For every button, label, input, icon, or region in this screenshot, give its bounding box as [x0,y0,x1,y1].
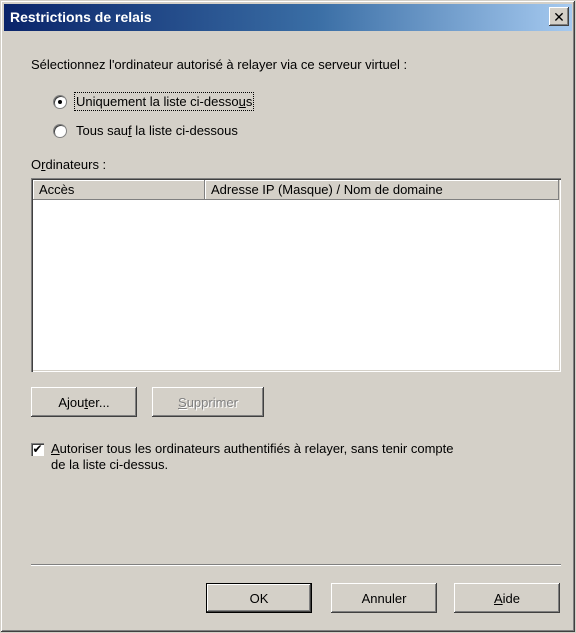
cancel-button[interactable]: Annuler [331,583,437,613]
authenticated-relay-option[interactable]: ✔ Autoriser tous les ordinateurs authent… [31,441,551,473]
radio-only-listed[interactable]: Uniquement la liste ci-dessous [53,92,255,111]
selection-prompt: Sélectionnez l'ordinateur autorisé à rel… [31,57,408,72]
radio-button-selected[interactable] [53,94,67,109]
radio-button[interactable] [53,123,67,138]
window-title: Restrictions de relais [10,9,152,25]
computers-list[interactable]: Accès Adresse IP (Masque) / Nom de domai… [31,178,561,372]
radio-label-all-except[interactable]: Tous sauf la liste ci-dessous [76,123,238,138]
list-header: Accès Adresse IP (Masque) / Nom de domai… [33,180,559,200]
add-button[interactable]: Ajou t er... [31,387,137,417]
authenticated-relay-checkbox[interactable]: ✔ [31,443,44,456]
help-button[interactable]: Aide [454,583,560,613]
separator [31,564,561,566]
relay-restrictions-dialog: Restrictions de relais ✕ Sélectionnez l'… [0,0,576,633]
close-icon: ✕ [553,8,565,25]
radio-label-only-listed[interactable]: Uniquement la liste ci-dessous [73,92,255,111]
radio-all-except[interactable]: Tous sauf la liste ci-dessous [53,123,238,138]
close-button[interactable]: ✕ [549,7,569,26]
ok-button[interactable]: OK [206,583,312,613]
column-header-address[interactable]: Adresse IP (Masque) / Nom de domaine [205,180,559,200]
authenticated-relay-label[interactable]: Autoriser tous les ordinateurs authentif… [51,441,454,473]
title-bar[interactable]: Restrictions de relais ✕ [4,4,572,31]
remove-button[interactable]: Supprimer [152,387,264,417]
computers-label: Ordinateurs : [31,157,107,172]
column-header-access[interactable]: Accès [33,180,205,200]
check-icon: ✔ [32,442,43,456]
